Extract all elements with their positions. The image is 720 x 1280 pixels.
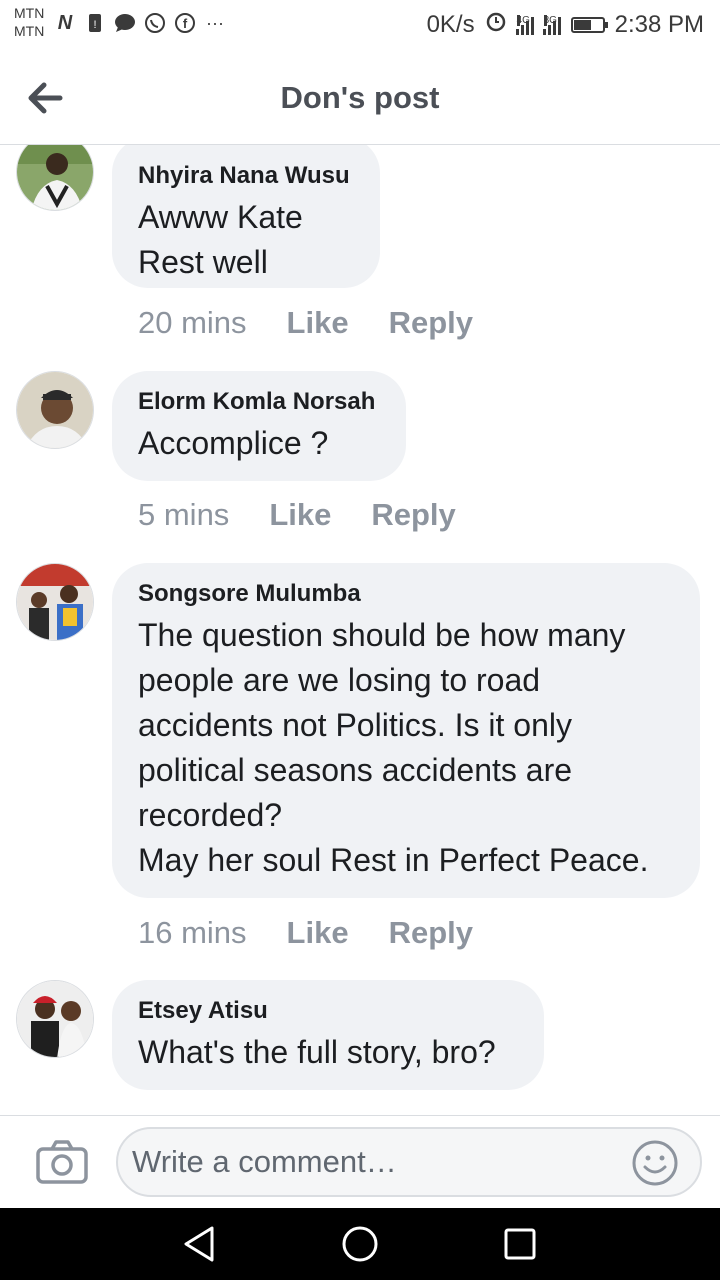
comment-timestamp[interactable]: 5 mins [138, 497, 229, 533]
carrier-labels: MTN MTN [14, 4, 44, 40]
avatar[interactable] [16, 563, 94, 641]
avatar[interactable] [16, 371, 94, 449]
like-button[interactable]: Like [269, 497, 331, 533]
comment-composer [0, 1115, 720, 1208]
svg-text:!: ! [93, 19, 96, 31]
chat-icon [114, 12, 136, 34]
emoji-icon [632, 1140, 678, 1186]
more-icon: ··· [206, 12, 224, 33]
triangle-back-icon [184, 1226, 214, 1262]
nav-home-button[interactable] [338, 1222, 382, 1266]
svg-text:f: f [183, 16, 188, 31]
comment-input[interactable] [116, 1127, 702, 1197]
signal-4g-icon: 4G [515, 14, 534, 35]
nav-recents-button[interactable] [498, 1222, 542, 1266]
comment-actions: 5 mins Like Reply [138, 497, 456, 533]
like-button[interactable]: Like [287, 305, 349, 341]
n-app-icon: N [57, 11, 73, 34]
signal-3g-icon: 3G [542, 14, 561, 35]
comment-author[interactable]: Nhyira Nana Wusu [138, 161, 354, 191]
app-header: Don's post [0, 50, 720, 145]
battery-level [573, 19, 591, 30]
status-right: 0K/s 4G 3G 2:38 PM [427, 10, 704, 39]
like-button[interactable]: Like [287, 915, 349, 951]
comment-text: Accomplice ? [138, 425, 329, 461]
camera-button[interactable] [36, 1140, 88, 1184]
comment-bubble[interactable]: Etsey Atisu What's the full story, bro? [112, 980, 544, 1090]
comment-list: Nhyira Nana Wusu Awww Kate Rest well 20 … [0, 145, 720, 1115]
comment-bubble[interactable]: Songsore Mulumba The question should be … [112, 563, 700, 898]
avatar[interactable] [16, 980, 94, 1058]
net-speed: 0K/s [426, 10, 475, 38]
comment-author[interactable]: Songsore Mulumba [138, 579, 674, 609]
carrier-2: MTN [14, 23, 45, 39]
comment-text: Awww Kate Rest well [138, 199, 303, 280]
reply-button[interactable]: Reply [389, 915, 473, 951]
reply-button[interactable]: Reply [389, 305, 473, 341]
carrier-1: MTN [14, 5, 45, 21]
comment-actions: 16 mins Like Reply [138, 915, 473, 951]
battery-icon [570, 16, 608, 33]
reply-button[interactable]: Reply [371, 497, 455, 533]
clock: 2:38 PM [614, 10, 704, 38]
comment-author[interactable]: Etsey Atisu [138, 996, 518, 1026]
notification-icons: N ! f ··· [54, 12, 226, 34]
whatsapp-icon [144, 12, 166, 34]
sim-icon: ! [84, 12, 106, 34]
comment-text: What's the full story, bro? [138, 1034, 496, 1070]
circle-home-icon [342, 1226, 378, 1262]
comment-actions: 20 mins Like Reply [138, 305, 473, 341]
alarm-icon [485, 10, 507, 39]
square-recents-icon [504, 1228, 536, 1260]
comment-bubble[interactable]: Elorm Komla Norsah Accomplice ? [112, 371, 406, 481]
status-bar: MTN MTN N ! f ··· 0K/s 4G 3G 2:38 PM [0, 0, 720, 50]
page-title: Don's post [280, 80, 440, 115]
comment-bubble[interactable]: Nhyira Nana Wusu Awww Kate Rest well [112, 145, 380, 288]
camera-icon [36, 1140, 88, 1184]
comment-timestamp[interactable]: 16 mins [138, 915, 247, 951]
nav-back-button[interactable] [178, 1222, 222, 1266]
comment-author[interactable]: Elorm Komla Norsah [138, 387, 380, 417]
emoji-button[interactable] [632, 1140, 678, 1186]
facebook-icon: f [174, 12, 196, 34]
comment-text: The question should be how many people a… [138, 617, 649, 878]
system-nav-bar [0, 1208, 720, 1280]
comment-timestamp[interactable]: 20 mins [138, 305, 247, 341]
avatar[interactable] [16, 145, 94, 211]
